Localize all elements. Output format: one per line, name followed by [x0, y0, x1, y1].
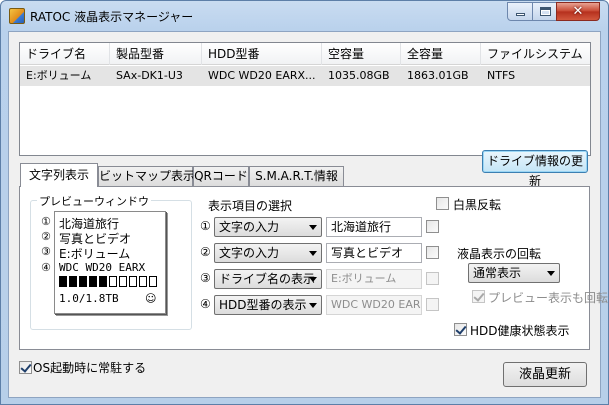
preview-line-3: ③ E:ボリューム	[41, 245, 131, 262]
invert-checkbox[interactable]	[436, 197, 449, 210]
drive-row[interactable]: E:ボリューム SAx-DK1-U3 WDC WD20 EARX... 1035…	[20, 66, 590, 86]
column-header[interactable]: HDD型番	[202, 43, 322, 65]
hdd-health-label: HDD健康状態表示	[470, 324, 570, 338]
item-number: ④	[200, 297, 211, 311]
capacity-text: 1.0/1.8TB	[59, 292, 119, 305]
client-area: ドライブ名 製品型番 HDD型番 空容量 全容量 ファイルシステム E:ボリュー…	[8, 31, 608, 398]
tab-text-display[interactable]: 文字列表示	[20, 163, 98, 187]
rotation-label: 液晶表示の回転	[457, 247, 542, 261]
lcd-preview: ① 北海道旅行 ② 写真とビデオ ③ E:ボリューム ④ WDC WD20 EARX 1…	[41, 211, 166, 314]
rotation-select[interactable]: 通常表示	[468, 263, 560, 283]
capacity-block-filled	[69, 276, 77, 287]
preview-text: WDC WD20 EARX	[59, 261, 146, 274]
preview-rotate-label: プレビュー表示も回転	[488, 291, 609, 305]
preview-rotate-checkbox[interactable]	[472, 290, 485, 303]
combo-value: 文字の入力	[219, 246, 280, 260]
minimize-icon	[516, 13, 525, 16]
item-2-mode-select[interactable]: 文字の入力	[214, 243, 322, 263]
preview-group: プレビューウィンドウ ① 北海道旅行 ② 写真とビデオ ③ E:ボリューム ④ WDC …	[30, 193, 192, 330]
startup-label: OS起動時に常駐する	[33, 361, 147, 375]
app-icon	[9, 8, 25, 24]
drive-list-header: ドライブ名 製品型番 HDD型番 空容量 全容量 ファイルシステム	[20, 43, 590, 65]
hdd-health-checkbox[interactable]	[454, 323, 467, 336]
close-icon: ✕	[572, 4, 584, 19]
preview-text: 北海道旅行	[59, 217, 120, 231]
refresh-drive-info-button[interactable]: ドライブ情報の更新	[482, 150, 588, 188]
preview-number: ④	[41, 261, 51, 274]
item-1-text-input[interactable]: 北海道旅行	[326, 217, 422, 237]
combo-value: 通常表示	[473, 266, 522, 280]
dropdown-arrow-icon	[309, 251, 317, 256]
free-space-cell: 1035.08GB	[328, 69, 390, 82]
total-space-cell: 1863.01GB	[407, 69, 469, 82]
capacity-block-empty	[129, 276, 137, 287]
capacity-block-empty	[109, 276, 117, 287]
capacity-block-empty	[139, 276, 147, 287]
column-header[interactable]: ドライブ名	[20, 43, 110, 65]
preview-group-label: プレビューウィンドウ	[37, 193, 151, 209]
dropdown-arrow-icon	[309, 225, 317, 230]
combo-value: HDD型番の表示	[219, 298, 307, 312]
item-1-checkbox[interactable]	[426, 220, 439, 233]
column-header[interactable]: ファイルシステム	[481, 43, 590, 65]
capacity-block-filled	[79, 276, 87, 287]
capacity-block-filled	[59, 276, 67, 287]
product-model-cell: SAx-DK1-U3	[116, 69, 183, 82]
preview-line-4: ④ WDC WD20 EARX	[41, 261, 146, 274]
drive-name-cell: E:ボリューム	[26, 69, 92, 82]
item-3-checkbox[interactable]	[426, 272, 439, 285]
drive-list[interactable]: ドライブ名 製品型番 HDD型番 空容量 全容量 ファイルシステム E:ボリュー…	[19, 42, 591, 156]
preview-number: ②	[41, 230, 51, 243]
item-4-text-input: WDC WD20 EARX	[326, 295, 422, 315]
close-button[interactable]: ✕	[556, 2, 600, 21]
capacity-block-filled	[99, 276, 107, 287]
item-number: ③	[200, 271, 211, 285]
maximize-button[interactable]	[532, 2, 557, 21]
startup-checkbox[interactable]	[19, 361, 32, 374]
preview-number: ③	[41, 245, 51, 258]
item-number: ②	[200, 245, 211, 259]
column-header[interactable]: 空容量	[322, 43, 401, 65]
display-items-title: 表示項目の選択	[208, 199, 293, 213]
combo-value: ドライブ名の表示	[219, 272, 316, 286]
item-1-mode-select[interactable]: 文字の入力	[214, 217, 322, 237]
preview-text: 写真とビデオ	[59, 232, 132, 246]
hdd-model-cell: WDC WD20 EARX...	[208, 69, 316, 82]
app-window: RATOC 液晶表示マネージャー ✕ ドライブ名 製品型番 HDD型番 空容量 …	[0, 0, 609, 405]
item-2-checkbox[interactable]	[426, 246, 439, 259]
item-2-text-input[interactable]: 写真とビデオ	[326, 243, 422, 263]
capacity-bar	[59, 276, 163, 287]
column-header[interactable]: 製品型番	[110, 43, 202, 65]
minimize-button[interactable]	[507, 2, 533, 21]
filesystem-cell: NTFS	[487, 69, 516, 82]
dropdown-arrow-icon	[309, 277, 317, 282]
dropdown-arrow-icon	[309, 303, 317, 308]
tab-qr-code[interactable]: QRコード	[193, 166, 249, 186]
column-header[interactable]: 全容量	[401, 43, 481, 65]
tab-bitmap-display[interactable]: ビットマップ表示	[98, 166, 195, 186]
maximize-icon	[540, 7, 551, 16]
capacity-block-filled	[89, 276, 97, 287]
capacity-block-empty	[149, 276, 157, 287]
title-bar[interactable]: RATOC 液晶表示マネージャー ✕	[1, 1, 608, 31]
tab-smart-info[interactable]: S.M.A.R.T.情報	[249, 166, 344, 186]
preview-number: ①	[41, 215, 51, 228]
dropdown-arrow-icon	[547, 271, 555, 276]
update-lcd-button[interactable]: 液晶更新	[503, 362, 587, 387]
preview-text: E:ボリューム	[59, 247, 131, 261]
tab-panel: プレビューウィンドウ ① 北海道旅行 ② 写真とビデオ ③ E:ボリューム ④ WDC …	[19, 186, 608, 350]
combo-value: 文字の入力	[219, 220, 280, 234]
invert-label: 白黒反転	[453, 198, 502, 212]
health-smiley-icon: ☺	[145, 292, 157, 305]
window-title: RATOC 液晶表示マネージャー	[30, 10, 194, 24]
item-4-mode-select[interactable]: HDD型番の表示	[214, 295, 322, 315]
capacity-block-empty	[119, 276, 127, 287]
item-number: ①	[200, 219, 211, 233]
item-4-checkbox[interactable]	[426, 298, 439, 311]
item-3-text-input: E:ボリューム	[326, 269, 422, 289]
item-3-mode-select[interactable]: ドライブ名の表示	[214, 269, 322, 289]
